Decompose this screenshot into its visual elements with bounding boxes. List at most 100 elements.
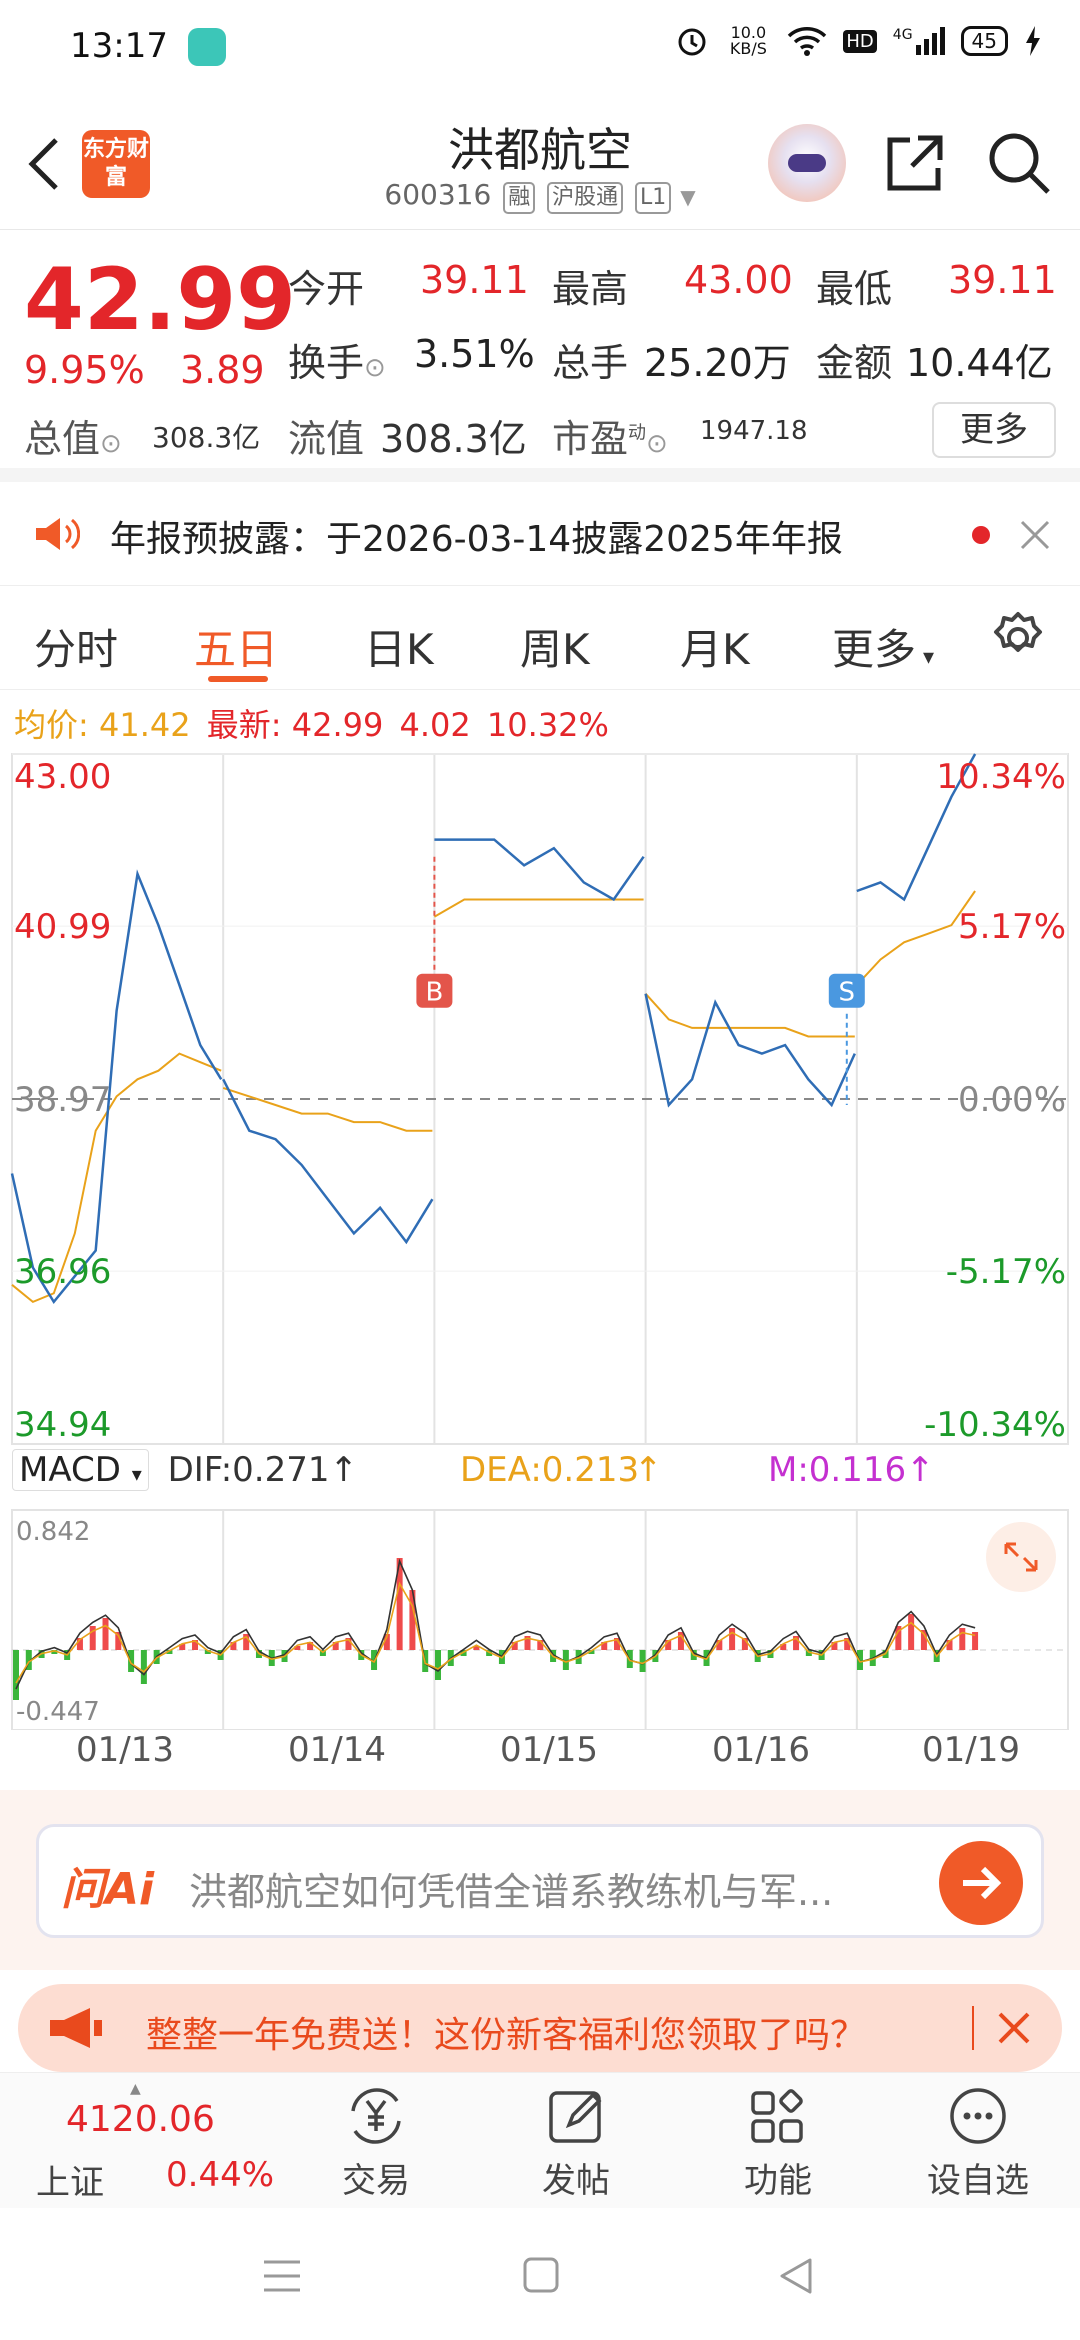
volume-label: 总手 bbox=[552, 341, 629, 385]
macd-dif: DIF:0.271 bbox=[167, 1450, 330, 1490]
float-value-label: 流值 bbox=[288, 417, 365, 461]
y-tick-left: 36.96 bbox=[14, 1252, 111, 1292]
alarm-icon bbox=[678, 28, 706, 56]
macd-histogram-bar bbox=[13, 1650, 19, 1700]
up-arrow-icon: ↑ bbox=[906, 1450, 935, 1490]
tab-intraday[interactable]: 分时 bbox=[34, 616, 118, 677]
avg-price-line bbox=[222, 1086, 433, 1132]
gear-icon[interactable] bbox=[990, 610, 1046, 666]
tab-more[interactable]: 更多 ▾ bbox=[832, 616, 934, 677]
price-line bbox=[222, 1078, 434, 1245]
avg-price-line bbox=[433, 898, 644, 918]
share-icon[interactable] bbox=[882, 130, 948, 196]
arrow-right-icon bbox=[963, 1866, 1002, 1900]
turnover-value: 3.51% bbox=[414, 332, 535, 376]
trade-marker-label: S bbox=[839, 978, 856, 1008]
y-tick-left: 38.97 bbox=[14, 1080, 111, 1120]
high-label: 最高 bbox=[552, 267, 629, 311]
status-icons: 10.0 KB/S HD 4G 45 bbox=[675, 24, 1042, 58]
macd-histogram-bar bbox=[959, 1628, 966, 1650]
x-axis-labels: 01/13 01/14 01/15 01/16 01/19 bbox=[0, 1730, 1080, 1780]
hd-icon: HD bbox=[843, 29, 877, 53]
charging-icon bbox=[1026, 26, 1040, 56]
trade-button[interactable]: 交易 bbox=[306, 2081, 446, 2202]
total-value: 308.3亿 bbox=[152, 421, 261, 454]
last-price: 42.99 bbox=[24, 250, 297, 350]
tab-weekly-k[interactable]: 周K bbox=[520, 616, 590, 677]
avg-label: 均价: bbox=[14, 706, 89, 744]
macd-dea: DEA:0.213 bbox=[460, 1450, 640, 1490]
index-name: 上证 bbox=[36, 2163, 104, 2203]
notice-bar[interactable]: 年报预披露：于2026-03-14披露2025年年报 bbox=[0, 482, 1080, 586]
grid-apps-icon bbox=[751, 2089, 803, 2143]
active-tab-indicator bbox=[208, 676, 268, 682]
status-time: 13:17 bbox=[70, 26, 168, 66]
avg-value: 41.42 bbox=[98, 706, 191, 744]
total-value-label: 总值⊙ bbox=[24, 417, 122, 461]
low-value: 39.11 bbox=[948, 258, 1057, 302]
five-day-chart[interactable]: B S 43.00 40.99 38.97 36.96 34.94 10.34% 5.17%… bbox=[0, 740, 1080, 1730]
tab-monthly-k[interactable]: 月K bbox=[680, 616, 750, 677]
ai-send-button[interactable] bbox=[939, 1841, 1023, 1925]
chart-tabs: 分时 五日 日K 周K 月K 更多 ▾ bbox=[0, 586, 1080, 690]
pe-value: 1947.18 bbox=[700, 416, 808, 446]
close-icon[interactable] bbox=[996, 2010, 1032, 2046]
volume-value: 25.20万 bbox=[644, 341, 791, 385]
y-tick-left: 34.94 bbox=[14, 1405, 111, 1445]
battery-icon: 45 bbox=[960, 26, 1008, 56]
functions-button[interactable]: 功能 bbox=[708, 2081, 848, 2202]
macd-dif-line bbox=[15, 1558, 976, 1690]
system-nav-bar bbox=[0, 2208, 1080, 2340]
amount-value: 10.44亿 bbox=[906, 341, 1053, 385]
expand-icon[interactable] bbox=[986, 1522, 1056, 1592]
connect-tag: 沪股通 bbox=[547, 182, 624, 214]
macd-histogram-bar bbox=[140, 1650, 147, 1684]
dropdown-triangle-icon: ▼ bbox=[680, 185, 696, 209]
close-icon[interactable] bbox=[1018, 518, 1052, 552]
avg-price-line bbox=[644, 993, 855, 1038]
macd-histogram-bar bbox=[102, 1618, 109, 1650]
macd-top-label: 0.842 bbox=[16, 1517, 90, 1547]
index-value: 4120.06 bbox=[66, 2099, 215, 2140]
trade-marker-label: B bbox=[425, 978, 443, 1008]
up-triangle-icon: ▲ bbox=[130, 2081, 141, 2097]
more-circle-icon bbox=[950, 2088, 1006, 2144]
macd-histogram-bar bbox=[128, 1650, 135, 1672]
macd-bottom-label: -0.447 bbox=[16, 1697, 100, 1727]
unread-dot bbox=[972, 526, 990, 544]
promo-banner[interactable]: 整整一年免费送！这份新客福利您领取了吗？ bbox=[18, 1984, 1062, 2072]
info-icon[interactable]: ⊙ bbox=[100, 429, 122, 459]
tab-five-day[interactable]: 五日 bbox=[194, 616, 278, 677]
speaker-icon bbox=[36, 518, 80, 550]
tab-daily-k[interactable]: 日K bbox=[364, 616, 434, 677]
turnover-label: 换手⊙ bbox=[288, 341, 386, 385]
macd-histogram-bar bbox=[639, 1650, 646, 1672]
menu-icon[interactable] bbox=[262, 2258, 302, 2294]
level-tag: L1 bbox=[635, 182, 672, 214]
net-speed: 10.0 KB/S bbox=[729, 23, 767, 58]
macd-selector[interactable]: MACD ▾ bbox=[12, 1449, 149, 1491]
info-icon[interactable]: ⊙ bbox=[646, 429, 668, 459]
y-tick-left: 40.99 bbox=[14, 907, 111, 947]
edit-icon bbox=[549, 2091, 602, 2143]
ai-ask-box[interactable]: 问Ai 洪都航空如何凭借全谱系教练机与军... bbox=[36, 1824, 1044, 1938]
info-icon[interactable]: ⊙ bbox=[364, 353, 386, 383]
home-icon[interactable] bbox=[522, 2256, 560, 2294]
ai-robot-avatar[interactable] bbox=[768, 124, 846, 202]
up-arrow-icon: ↑ bbox=[329, 1450, 359, 1490]
divider bbox=[972, 2006, 974, 2050]
x-label: 01/19 bbox=[922, 1730, 1020, 1770]
post-button[interactable]: 发帖 bbox=[506, 2081, 646, 2202]
x-label: 01/16 bbox=[712, 1730, 810, 1770]
quote-panel: 42.99 9.95% 3.89 今开 39.11 最高 43.00 最低 39… bbox=[0, 230, 1080, 482]
latest-label: 最新: bbox=[206, 706, 282, 744]
search-icon[interactable] bbox=[984, 128, 1054, 198]
more-quote-button[interactable]: 更多 bbox=[932, 402, 1056, 458]
open-value: 39.11 bbox=[420, 258, 529, 302]
add-watchlist-button[interactable]: 设自选 bbox=[908, 2081, 1048, 2202]
macd-m: M:0.116 bbox=[768, 1450, 907, 1490]
amount-label: 金额 bbox=[816, 341, 893, 385]
macd-dea-line bbox=[15, 1581, 976, 1684]
macd-histogram-bar bbox=[434, 1650, 441, 1680]
back-icon[interactable] bbox=[778, 2256, 814, 2296]
